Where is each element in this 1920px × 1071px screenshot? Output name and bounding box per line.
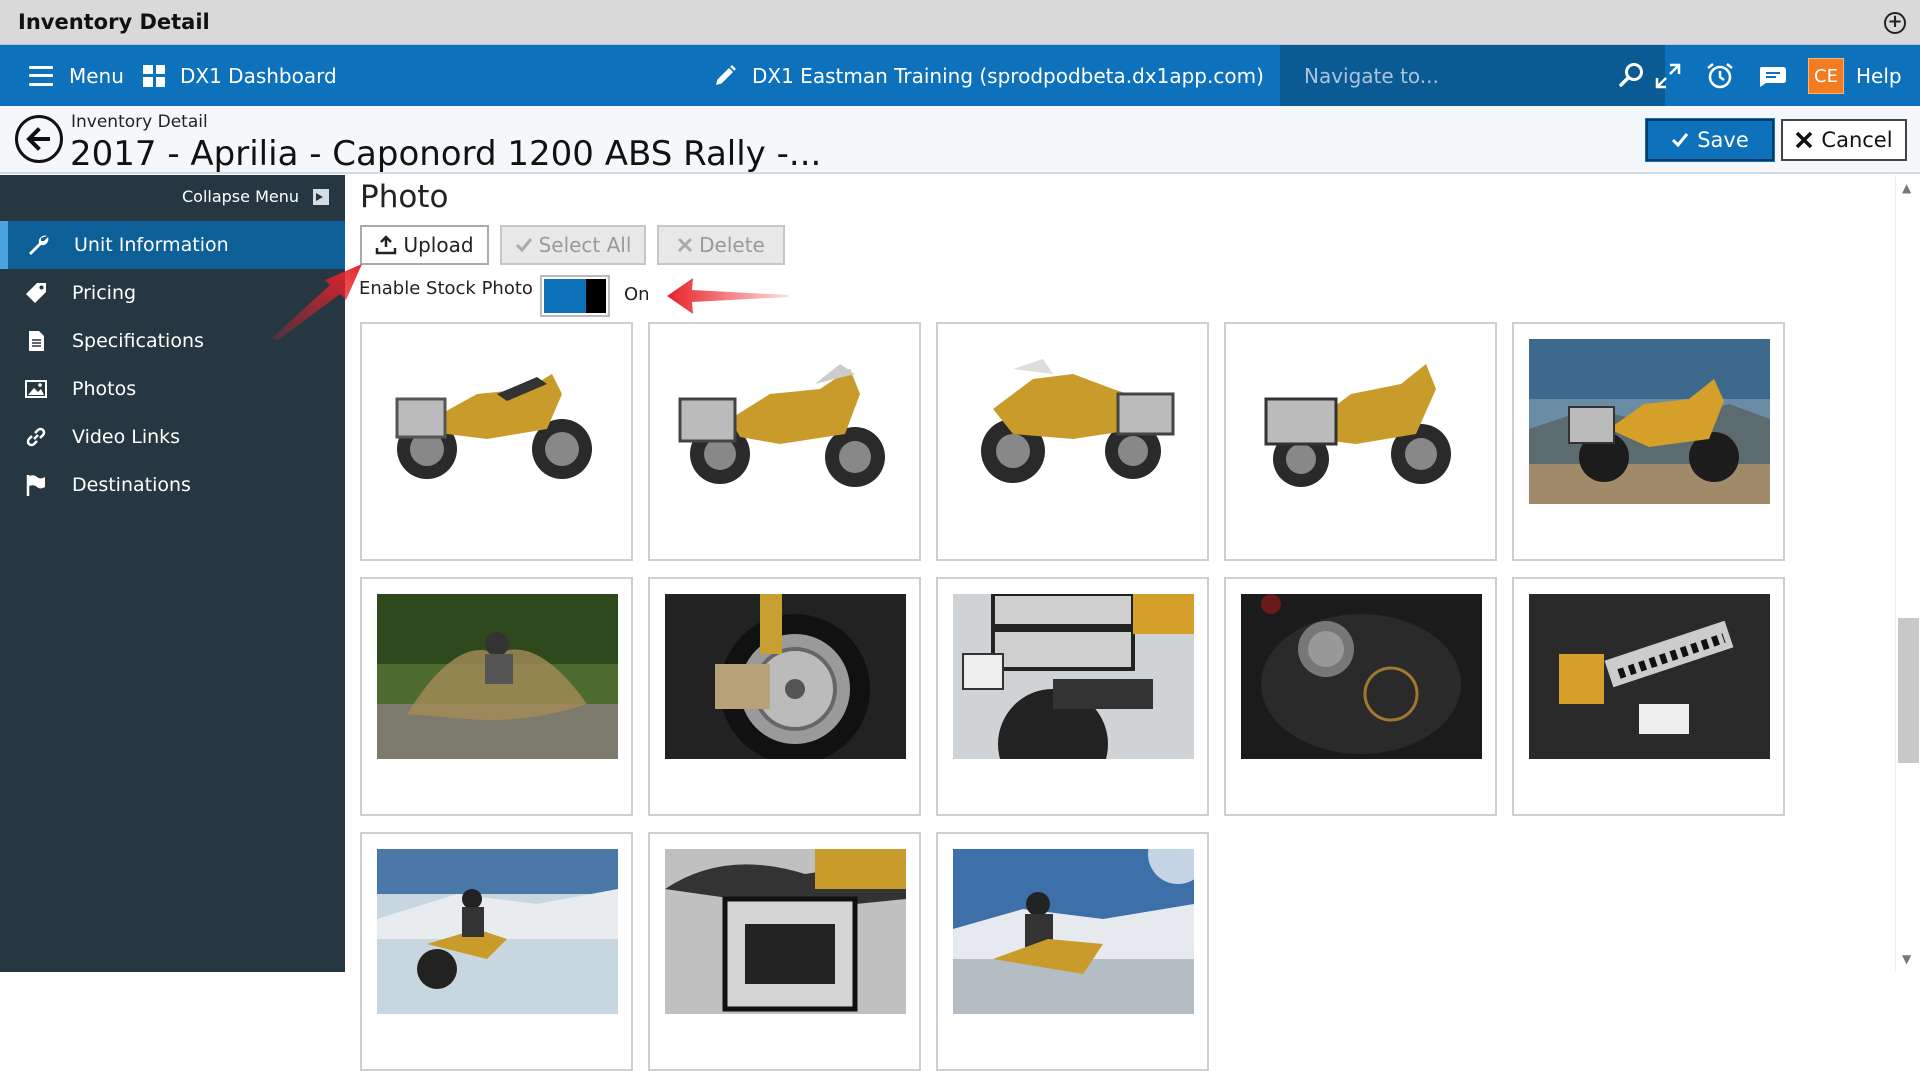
collapse-menu-button[interactable]: Collapse Menu <box>182 187 329 206</box>
photo-tile[interactable] <box>648 322 921 561</box>
dashboard-label: DX1 Dashboard <box>180 63 337 88</box>
window-title-bar: Inventory Detail + <box>0 0 1920 45</box>
pencil-icon <box>716 64 736 85</box>
windows-grid-icon <box>143 64 165 87</box>
photo-tile[interactable] <box>1224 322 1497 561</box>
sidebar-item-label: Photos <box>72 378 137 400</box>
motorcycle-photo <box>377 849 618 1014</box>
photo-tile[interactable] <box>1224 577 1497 816</box>
sidebar-item-video-links[interactable]: Video Links <box>0 413 345 461</box>
photo-tile[interactable] <box>936 577 1209 816</box>
stock-photo-label: Enable Stock Photo : <box>359 278 545 299</box>
sidebar-item-label: Video Links <box>72 426 181 448</box>
collapse-menu-label: Collapse Menu <box>181 187 299 206</box>
photo-tile[interactable] <box>360 832 633 1071</box>
tag-icon <box>24 281 48 305</box>
annotation-arrow-stock-photo <box>667 278 788 314</box>
motorcycle-photo <box>1241 339 1482 504</box>
sidebar-item-destinations[interactable]: Destinations <box>0 461 345 509</box>
document-icon <box>24 329 48 353</box>
photo-tile[interactable] <box>360 577 633 816</box>
section-title: Photo <box>360 179 449 215</box>
sidebar-item-label: Pricing <box>72 282 137 304</box>
sidebar-item-label: Destinations <box>72 474 191 496</box>
sidebar-item-label: Specifications <box>72 330 204 352</box>
link-icon <box>24 425 48 449</box>
motorcycle-photo <box>665 594 906 759</box>
photo-tile[interactable] <box>936 832 1209 1071</box>
delete-label: Delete <box>699 233 765 257</box>
save-button[interactable]: Save <box>1645 118 1775 162</box>
menu-label: Menu <box>69 63 124 88</box>
photo-tile[interactable] <box>1512 577 1785 816</box>
navigate-search <box>1280 45 1665 106</box>
scroll-down-icon[interactable]: ▼ <box>1902 952 1911 966</box>
page-header: Inventory Detail 2017 - Aprilia - Capono… <box>0 106 1920 174</box>
motorcycle-photo <box>953 849 1194 1014</box>
cancel-button[interactable]: Cancel <box>1781 119 1907 161</box>
hamburger-icon <box>29 65 53 86</box>
toggle-knob <box>586 279 606 313</box>
help-link[interactable]: Help <box>1856 45 1902 106</box>
flag-icon <box>24 473 48 497</box>
toggle-track <box>544 279 606 313</box>
wrench-icon <box>26 233 50 257</box>
checkmark-icon <box>515 238 532 253</box>
menu-button[interactable]: Menu <box>29 45 124 106</box>
photo-tile[interactable] <box>1512 322 1785 561</box>
top-navigation-bar: Menu DX1 Dashboard DX1 Eastman Training … <box>0 45 1920 106</box>
motorcycle-photo <box>1529 339 1770 504</box>
photo-tile[interactable] <box>648 832 921 1071</box>
close-icon <box>1796 131 1813 149</box>
motorcycle-photo <box>1241 594 1482 759</box>
motorcycle-photo <box>953 339 1194 504</box>
photo-tile[interactable] <box>360 322 633 561</box>
scrollbar-thumb[interactable] <box>1898 618 1919 763</box>
annotation-arrow-upload <box>272 264 362 340</box>
motorcycle-photo <box>665 849 906 1014</box>
image-icon <box>24 377 48 401</box>
vertical-scrollbar[interactable]: ▲ ▼ <box>1895 175 1920 972</box>
select-all-label: Select All <box>538 233 632 257</box>
collapse-icon <box>313 188 329 205</box>
motorcycle-photo <box>377 594 618 759</box>
delete-button[interactable]: Delete <box>657 225 785 265</box>
upload-button[interactable]: Upload <box>360 225 489 265</box>
motorcycle-photo <box>1529 594 1770 759</box>
alarm-clock-icon[interactable] <box>1703 59 1737 93</box>
sidebar-item-photos[interactable]: Photos <box>0 365 345 413</box>
sidebar-item-label: Unit Information <box>74 234 229 256</box>
add-window-icon[interactable]: + <box>1884 12 1906 34</box>
main-content: Photo Upload Select All Delete Enable St… <box>272 175 1895 1071</box>
close-icon <box>678 237 693 253</box>
upload-icon <box>376 235 397 255</box>
breadcrumb: Inventory Detail <box>71 112 208 132</box>
page-title: 2017 - Aprilia - Caponord 1200 ABS Rally… <box>70 134 822 174</box>
organization-label: DX1 Eastman Training (sprodpodbeta.dx1ap… <box>752 63 1264 88</box>
motorcycle-photo <box>665 339 906 504</box>
upload-label: Upload <box>403 233 474 257</box>
dashboard-link[interactable]: DX1 Dashboard <box>143 45 337 106</box>
checkmark-icon <box>1672 133 1689 148</box>
stock-photo-toggle[interactable] <box>540 275 610 317</box>
navigate-search-input[interactable] <box>1304 59 1604 93</box>
stock-photo-state: On <box>624 284 650 305</box>
organization-link[interactable]: DX1 Eastman Training (sprodpodbeta.dx1ap… <box>713 45 1264 106</box>
save-label: Save <box>1697 128 1749 152</box>
fullscreen-icon[interactable] <box>1651 59 1685 93</box>
back-arrow-icon <box>26 127 50 151</box>
search-icon[interactable] <box>1619 62 1645 88</box>
cancel-label: Cancel <box>1821 128 1893 152</box>
chat-icon[interactable] <box>1755 59 1789 93</box>
scroll-up-icon[interactable]: ▲ <box>1902 181 1911 195</box>
motorcycle-photo <box>377 339 618 504</box>
select-all-button[interactable]: Select All <box>500 225 646 265</box>
photo-tile[interactable] <box>648 577 921 816</box>
window-title: Inventory Detail <box>18 10 210 34</box>
back-button[interactable] <box>15 115 63 163</box>
user-avatar[interactable]: CE <box>1808 58 1844 94</box>
photo-tile[interactable] <box>936 322 1209 561</box>
motorcycle-photo <box>953 594 1194 759</box>
